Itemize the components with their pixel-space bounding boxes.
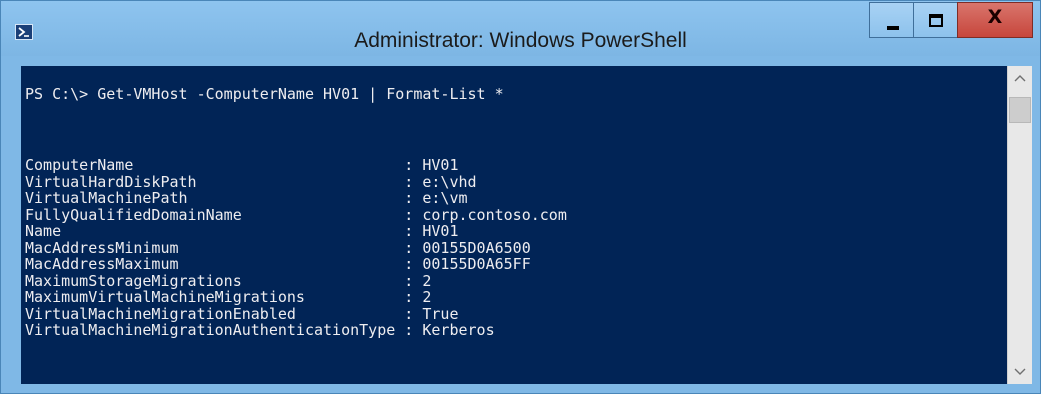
output-line: MacAddressMinimum : 00155D0A6500: [25, 239, 531, 257]
powershell-window: Administrator: Windows PowerShell X PS C…: [0, 0, 1041, 394]
output-value: Kerberos: [422, 321, 495, 339]
output-label: FullyQualifiedDomainName: [25, 205, 242, 224]
output-line: MaximumStorageMigrations : 2: [25, 272, 431, 290]
output-value: e:\vhd: [422, 172, 477, 191]
output-value: corp.contoso.com: [422, 205, 567, 224]
output-separator: :: [178, 238, 423, 257]
output-label: MaximumStorageMigrations: [25, 271, 242, 290]
output-line: VirtualMachineMigrationAuthenticationTyp…: [25, 321, 495, 339]
output-value: 2: [422, 288, 432, 306]
output-label: MacAddressMinimum: [25, 238, 179, 257]
output-value: HV01: [422, 222, 459, 240]
output-separator: :: [133, 156, 423, 174]
chevron-up-icon[interactable]: [1008, 68, 1032, 88]
output-line: VirtualHardDiskPath : e:\vhd: [25, 173, 477, 191]
console-area[interactable]: PS C:\> Get-VMHost -ComputerName HV01 | …: [21, 66, 1007, 384]
output-separator: :: [295, 304, 423, 323]
output-line: MaximumVirtualMachineMigrations : 2: [25, 288, 431, 306]
output-separator: :: [187, 189, 423, 207]
chevron-down-icon[interactable]: [1008, 362, 1032, 382]
output-separator: :: [196, 172, 423, 191]
output-value: 2: [422, 271, 432, 290]
output-separator: :: [241, 205, 423, 224]
output-value: True: [422, 304, 459, 323]
output-label: VirtualHardDiskPath: [25, 172, 197, 191]
output-separator: :: [304, 288, 423, 306]
minimize-button[interactable]: [869, 2, 913, 38]
minimize-icon: [887, 26, 899, 30]
output-line: FullyQualifiedDomainName : corp.contoso.…: [25, 206, 567, 224]
command-line: PS C:\> Get-VMHost -ComputerName HV01 | …: [25, 85, 504, 103]
output-separator: :: [178, 255, 423, 273]
output-label: VirtualMachineMigrationAuthenticationTyp…: [25, 321, 396, 339]
output-value: 00155D0A65FF: [422, 255, 531, 273]
output-line: ComputerName : HV01: [25, 156, 458, 174]
output-line: MacAddressMaximum : 00155D0A65FF: [25, 255, 531, 273]
output-separator: :: [241, 271, 423, 290]
output-value: e:\vm: [422, 189, 468, 207]
close-icon: X: [987, 6, 1003, 28]
output-label: VirtualMachineMigrationEnabled: [25, 304, 296, 323]
maximize-icon: [929, 14, 943, 27]
output-value: HV01: [422, 156, 459, 174]
close-button[interactable]: X: [957, 2, 1033, 38]
output-value: 00155D0A6500: [422, 238, 531, 257]
output-label: ComputerName: [25, 156, 134, 174]
output-label: MaximumVirtualMachineMigrations: [25, 288, 305, 306]
output-line: VirtualMachinePath : e:\vm: [25, 189, 468, 207]
output-line: Name : HV01: [25, 222, 458, 240]
vertical-scrollbar[interactable]: [1007, 66, 1032, 384]
output-label: VirtualMachinePath: [25, 189, 188, 207]
scroll-thumb[interactable]: [1009, 97, 1031, 123]
maximize-button[interactable]: [913, 2, 957, 38]
title-bar[interactable]: Administrator: Windows PowerShell X: [1, 1, 1040, 56]
powershell-icon[interactable]: [15, 24, 33, 40]
output-label: Name: [25, 222, 62, 240]
output-line: VirtualMachineMigrationEnabled : True: [25, 305, 459, 323]
output-label: MacAddressMaximum: [25, 255, 179, 273]
output-separator: :: [61, 222, 423, 240]
output-separator: :: [395, 321, 423, 339]
